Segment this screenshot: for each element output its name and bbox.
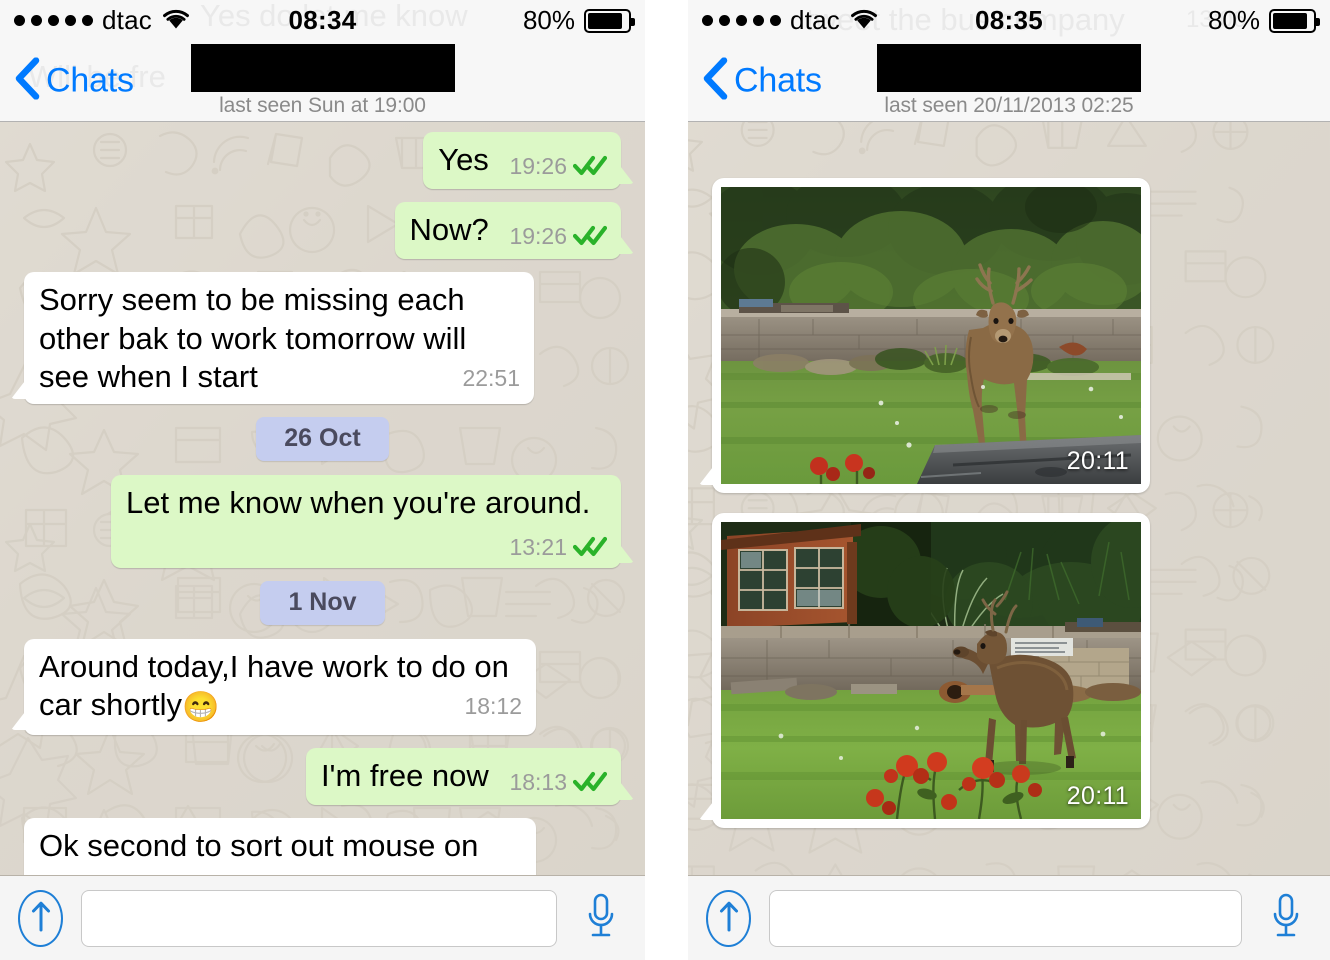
message-input-toolbar xyxy=(688,875,1330,960)
message-input-toolbar xyxy=(0,875,645,960)
message-list: 20:11 20:11 xyxy=(688,178,1330,875)
voice-message-button[interactable] xyxy=(581,892,621,945)
photo-attachment[interactable]: 20:11 xyxy=(721,522,1141,819)
navigation-bar: Chats last seen 20/11/2013 02:25 xyxy=(688,41,1330,122)
message-bubble-outgoing[interactable]: Yes 19:26 xyxy=(423,132,634,190)
read-receipt-double-check-icon xyxy=(572,763,608,801)
attach-button[interactable] xyxy=(706,889,751,947)
message-text: Now? xyxy=(409,212,489,248)
wifi-icon xyxy=(849,7,879,35)
message-time: 22:51 xyxy=(462,364,520,391)
status-bar: tweet the bus company 13:06 dtac 08:35 8… xyxy=(688,0,1330,41)
signal-strength-dots xyxy=(14,15,93,26)
message-bubble-outgoing[interactable]: Now? 19:26 xyxy=(394,202,635,260)
battery-percentage: 80% xyxy=(1207,5,1260,35)
deer-in-profile-photo xyxy=(721,522,1141,819)
message-meta: 18:12 xyxy=(464,692,522,720)
message-time: 19:26 xyxy=(509,153,567,179)
message-time: 18:14 xyxy=(464,871,522,875)
message-row: Yes 19:26 xyxy=(0,132,645,190)
message-input[interactable] xyxy=(769,889,1242,947)
message-bubble-incoming[interactable]: Sorry seem to be missing each other bak … xyxy=(11,272,534,404)
microphone-icon xyxy=(584,892,618,945)
status-bar-right: 80% xyxy=(522,5,635,36)
attach-button[interactable] xyxy=(18,889,63,947)
photo-message-bubble[interactable]: 20:11 xyxy=(699,178,1150,493)
message-time: 18:12 xyxy=(464,693,522,720)
message-text: Sorry seem to be missing each other bak … xyxy=(39,282,467,394)
navigation-bar: Will be fre Chats last seen Sun at 19:00 xyxy=(0,41,645,122)
arrow-up-circle-icon xyxy=(30,899,52,938)
phone-screen-left: Yes do let me know dtac 08:34 80% Will b… xyxy=(0,0,645,960)
message-time: 18:13 xyxy=(509,769,567,796)
phone-screen-right: tweet the bus company 13:06 dtac 08:35 8… xyxy=(688,0,1330,960)
message-row: Let me know when you're around. 13:21 xyxy=(0,474,645,569)
message-text: Around today,I have work to do on car sh… xyxy=(39,649,509,723)
message-list: Yes 19:26 Now? 19:26 Sorry seem to be mi… xyxy=(0,132,645,875)
signal-strength-dots xyxy=(702,15,781,26)
date-separator-row: 1 Nov xyxy=(0,581,645,626)
message-text: I'm free now xyxy=(320,758,489,794)
message-row: Sorry seem to be missing each other bak … xyxy=(0,272,645,404)
voice-message-button[interactable] xyxy=(1266,892,1306,945)
conversation-area[interactable]: 20:11 20:11 xyxy=(688,122,1330,875)
message-text: Yes xyxy=(438,142,489,177)
date-separator-chip: 1 Nov xyxy=(260,581,385,626)
deer-facing-camera-photo xyxy=(721,187,1141,484)
contact-name-redacted xyxy=(877,44,1141,92)
date-separator-chip: 26 Oct xyxy=(256,416,389,461)
message-row: 20:11 xyxy=(688,513,1330,828)
photo-timestamp: 20:11 xyxy=(1066,782,1129,810)
message-row: Ok second to sort out mouse on mac 18:14 xyxy=(0,818,645,875)
message-bubble-outgoing[interactable]: I'm free now 18:13 xyxy=(305,748,635,806)
photo-timestamp: 20:11 xyxy=(1066,447,1129,475)
microphone-icon xyxy=(1269,892,1303,945)
message-row: I'm free now 18:13 xyxy=(0,748,645,806)
contact-header[interactable]: last seen 20/11/2013 02:25 xyxy=(688,44,1330,118)
grinning-face-emoji: 😁 xyxy=(181,691,220,725)
message-time: 13:21 xyxy=(509,533,567,560)
message-bubble-outgoing[interactable]: Let me know when you're around. 13:21 xyxy=(111,474,634,569)
message-meta: 22:51 xyxy=(462,364,520,392)
message-bubble-incoming[interactable]: Around today,I have work to do on car sh… xyxy=(11,639,536,736)
message-bubble-incoming[interactable]: Ok second to sort out mouse on mac 18:14 xyxy=(24,818,536,875)
battery-percentage: 80% xyxy=(522,5,575,35)
ghost-text-line-1: Yes do let me know xyxy=(200,0,468,33)
contact-name-redacted xyxy=(190,44,455,92)
carrier-label: dtac xyxy=(102,5,152,35)
message-meta: 13:21 xyxy=(509,528,608,566)
photo-message-bubble[interactable]: 20:11 xyxy=(699,513,1150,828)
battery-icon xyxy=(584,8,635,33)
read-receipt-double-check-icon xyxy=(572,217,608,255)
conversation-area[interactable]: Yes 19:26 Now? 19:26 Sorry seem to be mi… xyxy=(0,122,645,875)
last-seen-label: last seen 20/11/2013 02:25 xyxy=(884,94,1134,117)
status-bar-left: dtac xyxy=(702,5,879,36)
message-input[interactable] xyxy=(81,889,557,947)
message-row: Around today,I have work to do on car sh… xyxy=(0,639,645,736)
message-meta: 18:14 xyxy=(464,871,522,875)
arrow-up-circle-icon xyxy=(718,899,740,938)
photo-attachment[interactable]: 20:11 xyxy=(721,187,1141,484)
date-separator-row: 26 Oct xyxy=(0,416,645,461)
message-meta: 19:26 xyxy=(509,217,608,255)
contact-header[interactable]: last seen Sun at 19:00 xyxy=(0,44,645,118)
message-text: Ok second to sort out mouse on mac xyxy=(39,828,479,875)
message-text: Let me know when you're around. xyxy=(126,484,591,520)
read-receipt-double-check-icon xyxy=(572,528,608,566)
wifi-icon xyxy=(161,7,191,35)
status-bar-left: dtac xyxy=(14,5,191,36)
message-row: Now? 19:26 xyxy=(0,202,645,260)
message-meta: 18:13 xyxy=(509,763,608,801)
battery-icon xyxy=(1269,8,1320,33)
status-bar: Yes do let me know dtac 08:34 80% xyxy=(0,0,645,41)
carrier-label: dtac xyxy=(790,5,840,35)
read-receipt-double-check-icon xyxy=(572,147,608,185)
message-meta: 19:26 xyxy=(509,147,608,185)
message-row: 20:11 xyxy=(688,178,1330,493)
message-time: 19:26 xyxy=(509,223,567,250)
last-seen-label: last seen Sun at 19:00 xyxy=(219,94,426,117)
status-bar-right: 80% xyxy=(1207,5,1320,36)
dual-screenshot-comparison: Yes do let me know dtac 08:34 80% Will b… xyxy=(0,0,1330,960)
